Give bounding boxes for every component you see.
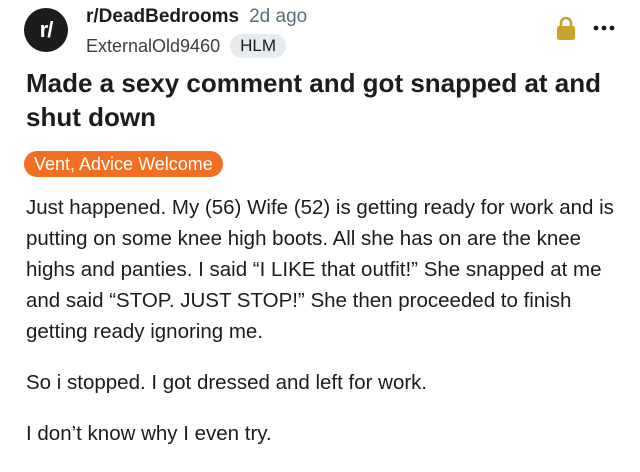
user-flair: HLM bbox=[230, 34, 286, 58]
subreddit-link[interactable]: r/DeadBedrooms bbox=[86, 6, 239, 28]
body-paragraph: So i stopped. I got dressed and left for… bbox=[26, 371, 428, 394]
body-paragraph: I don’t know why I even try. bbox=[26, 422, 272, 445]
author-username[interactable]: ExternalOld9460 bbox=[86, 36, 220, 57]
more-options-icon[interactable] bbox=[592, 18, 616, 38]
post-container: r/ r/DeadBedrooms 2d ago ExternalOld9460… bbox=[0, 0, 640, 472]
body-paragraph: Just happened. My (56) Wife (52) is gett… bbox=[26, 196, 614, 343]
post-header: r/ r/DeadBedrooms 2d ago ExternalOld9460… bbox=[24, 6, 616, 58]
post-title[interactable]: Made a sexy comment and got snapped at a… bbox=[26, 66, 616, 134]
post-time: 2d ago bbox=[249, 6, 308, 27]
subreddit-avatar[interactable]: r/ bbox=[24, 8, 68, 52]
post-flair[interactable]: Vent, Advice Welcome bbox=[24, 151, 223, 177]
post-meta: r/DeadBedrooms 2d ago ExternalOld9460 HL… bbox=[86, 6, 526, 60]
avatar-text: r/ bbox=[39, 17, 54, 42]
meta-row-author: ExternalOld9460 HLM bbox=[86, 32, 526, 60]
post-body: Just happened. My (56) Wife (52) is gett… bbox=[26, 192, 616, 469]
lock-icon bbox=[556, 16, 576, 42]
meta-row-subreddit: r/DeadBedrooms 2d ago bbox=[86, 6, 526, 30]
